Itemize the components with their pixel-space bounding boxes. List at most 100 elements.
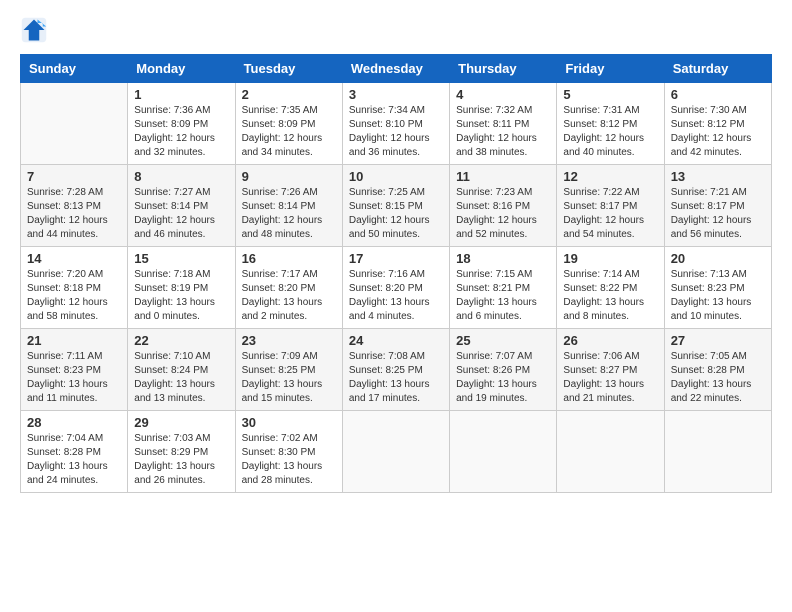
day-info: Sunrise: 7:31 AM Sunset: 8:12 PM Dayligh…	[563, 104, 657, 160]
calendar-table: SundayMondayTuesdayWednesdayThursdayFrid…	[20, 54, 772, 493]
calendar-cell: 13 Sunrise: 7:21 AM Sunset: 8:17 PM Dayli…	[664, 165, 771, 247]
day-info: Sunrise: 7:26 AM Sunset: 8:14 PM Dayligh…	[242, 186, 336, 242]
calendar-cell: 30 Sunrise: 7:02 AM Sunset: 8:30 PM Dayli…	[235, 411, 342, 493]
week-row-0: 1Sunrise: 7:36 AM Sunset: 8:09 PM Daylig…	[21, 83, 772, 165]
day-info: Sunrise: 7:34 AM Sunset: 8:10 PM Dayligh…	[349, 104, 443, 160]
calendar-cell: 4Sunrise: 7:32 AM Sunset: 8:11 PM Daylig…	[450, 83, 557, 165]
day-number: 2	[242, 87, 336, 102]
day-info: Sunrise: 7:27 AM Sunset: 8:14 PM Dayligh…	[134, 186, 228, 242]
calendar-cell: 25 Sunrise: 7:07 AM Sunset: 8:26 PM Dayli…	[450, 329, 557, 411]
day-info: Sunrise: 7:06 AM Sunset: 8:27 PM Dayligh…	[563, 350, 657, 406]
col-header-friday: Friday	[557, 55, 664, 83]
day-info: Sunrise: 7:07 AM Sunset: 8:26 PM Dayligh…	[456, 350, 550, 406]
day-number: 6	[671, 87, 765, 102]
calendar-cell	[557, 411, 664, 493]
day-number: 24	[349, 333, 443, 348]
day-info: Sunrise: 7:32 AM Sunset: 8:11 PM Dayligh…	[456, 104, 550, 160]
calendar-cell: 15Sunrise: 7:18 AM Sunset: 8:19 PM Dayli…	[128, 247, 235, 329]
calendar-cell: 23 Sunrise: 7:09 AM Sunset: 8:25 PM Dayli…	[235, 329, 342, 411]
header	[20, 16, 772, 44]
day-number: 19	[563, 251, 657, 266]
col-header-thursday: Thursday	[450, 55, 557, 83]
logo	[20, 16, 52, 44]
calendar-cell: 2 Sunrise: 7:35 AM Sunset: 8:09 PM Daylig…	[235, 83, 342, 165]
day-number: 25	[456, 333, 550, 348]
day-number: 30	[242, 415, 336, 430]
calendar-cell: 14 Sunrise: 7:20 AM Sunset: 8:18 PM Dayli…	[21, 247, 128, 329]
col-header-tuesday: Tuesday	[235, 55, 342, 83]
day-number: 21	[27, 333, 121, 348]
calendar-cell: 8 Sunrise: 7:27 AM Sunset: 8:14 PM Daylig…	[128, 165, 235, 247]
calendar-cell: 6 Sunrise: 7:30 AM Sunset: 8:12 PM Daylig…	[664, 83, 771, 165]
calendar-cell: 5 Sunrise: 7:31 AM Sunset: 8:12 PM Daylig…	[557, 83, 664, 165]
day-info: Sunrise: 7:17 AM Sunset: 8:20 PM Dayligh…	[242, 268, 336, 324]
day-number: 5	[563, 87, 657, 102]
day-info: Sunrise: 7:11 AM Sunset: 8:23 PM Dayligh…	[27, 350, 121, 406]
calendar-cell: 21 Sunrise: 7:11 AM Sunset: 8:23 PM Dayli…	[21, 329, 128, 411]
day-number: 23	[242, 333, 336, 348]
calendar-cell: 12 Sunrise: 7:22 AM Sunset: 8:17 PM Dayli…	[557, 165, 664, 247]
day-number: 3	[349, 87, 443, 102]
calendar-cell: 29 Sunrise: 7:03 AM Sunset: 8:29 PM Dayli…	[128, 411, 235, 493]
day-info: Sunrise: 7:13 AM Sunset: 8:23 PM Dayligh…	[671, 268, 765, 324]
calendar-cell	[342, 411, 449, 493]
day-info: Sunrise: 7:30 AM Sunset: 8:12 PM Dayligh…	[671, 104, 765, 160]
page: SundayMondayTuesdayWednesdayThursdayFrid…	[0, 0, 792, 509]
day-info: Sunrise: 7:21 AM Sunset: 8:17 PM Dayligh…	[671, 186, 765, 242]
calendar-cell	[664, 411, 771, 493]
calendar-cell: 24 Sunrise: 7:08 AM Sunset: 8:25 PM Dayli…	[342, 329, 449, 411]
calendar-cell: 10 Sunrise: 7:25 AM Sunset: 8:15 PM Dayli…	[342, 165, 449, 247]
calendar-cell: 11 Sunrise: 7:23 AM Sunset: 8:16 PM Dayli…	[450, 165, 557, 247]
day-number: 22	[134, 333, 228, 348]
day-info: Sunrise: 7:18 AM Sunset: 8:19 PM Dayligh…	[134, 268, 228, 324]
day-info: Sunrise: 7:05 AM Sunset: 8:28 PM Dayligh…	[671, 350, 765, 406]
day-number: 14	[27, 251, 121, 266]
week-row-2: 14 Sunrise: 7:20 AM Sunset: 8:18 PM Dayli…	[21, 247, 772, 329]
day-info: Sunrise: 7:16 AM Sunset: 8:20 PM Dayligh…	[349, 268, 443, 324]
calendar-cell: 9 Sunrise: 7:26 AM Sunset: 8:14 PM Daylig…	[235, 165, 342, 247]
col-header-saturday: Saturday	[664, 55, 771, 83]
day-number: 12	[563, 169, 657, 184]
day-number: 29	[134, 415, 228, 430]
day-number: 1	[134, 87, 228, 102]
header-row: SundayMondayTuesdayWednesdayThursdayFrid…	[21, 55, 772, 83]
day-info: Sunrise: 7:25 AM Sunset: 8:15 PM Dayligh…	[349, 186, 443, 242]
col-header-sunday: Sunday	[21, 55, 128, 83]
calendar-cell: 1Sunrise: 7:36 AM Sunset: 8:09 PM Daylig…	[128, 83, 235, 165]
day-number: 11	[456, 169, 550, 184]
day-number: 13	[671, 169, 765, 184]
day-info: Sunrise: 7:09 AM Sunset: 8:25 PM Dayligh…	[242, 350, 336, 406]
calendar-cell: 7 Sunrise: 7:28 AM Sunset: 8:13 PM Daylig…	[21, 165, 128, 247]
day-number: 28	[27, 415, 121, 430]
week-row-3: 21 Sunrise: 7:11 AM Sunset: 8:23 PM Dayli…	[21, 329, 772, 411]
calendar-cell: 28Sunrise: 7:04 AM Sunset: 8:28 PM Dayli…	[21, 411, 128, 493]
day-info: Sunrise: 7:28 AM Sunset: 8:13 PM Dayligh…	[27, 186, 121, 242]
day-number: 18	[456, 251, 550, 266]
day-info: Sunrise: 7:02 AM Sunset: 8:30 PM Dayligh…	[242, 432, 336, 488]
day-info: Sunrise: 7:03 AM Sunset: 8:29 PM Dayligh…	[134, 432, 228, 488]
day-number: 17	[349, 251, 443, 266]
calendar-cell: 27Sunrise: 7:05 AM Sunset: 8:28 PM Dayli…	[664, 329, 771, 411]
week-row-4: 28Sunrise: 7:04 AM Sunset: 8:28 PM Dayli…	[21, 411, 772, 493]
day-info: Sunrise: 7:14 AM Sunset: 8:22 PM Dayligh…	[563, 268, 657, 324]
day-number: 10	[349, 169, 443, 184]
calendar-cell: 17 Sunrise: 7:16 AM Sunset: 8:20 PM Dayli…	[342, 247, 449, 329]
day-info: Sunrise: 7:20 AM Sunset: 8:18 PM Dayligh…	[27, 268, 121, 324]
calendar-cell: 20 Sunrise: 7:13 AM Sunset: 8:23 PM Dayli…	[664, 247, 771, 329]
day-number: 20	[671, 251, 765, 266]
calendar-cell: 22 Sunrise: 7:10 AM Sunset: 8:24 PM Dayli…	[128, 329, 235, 411]
week-row-1: 7 Sunrise: 7:28 AM Sunset: 8:13 PM Daylig…	[21, 165, 772, 247]
day-info: Sunrise: 7:22 AM Sunset: 8:17 PM Dayligh…	[563, 186, 657, 242]
day-number: 9	[242, 169, 336, 184]
day-info: Sunrise: 7:10 AM Sunset: 8:24 PM Dayligh…	[134, 350, 228, 406]
day-info: Sunrise: 7:23 AM Sunset: 8:16 PM Dayligh…	[456, 186, 550, 242]
day-number: 7	[27, 169, 121, 184]
day-number: 8	[134, 169, 228, 184]
logo-icon	[20, 16, 48, 44]
day-number: 26	[563, 333, 657, 348]
calendar-cell: 16Sunrise: 7:17 AM Sunset: 8:20 PM Dayli…	[235, 247, 342, 329]
day-info: Sunrise: 7:35 AM Sunset: 8:09 PM Dayligh…	[242, 104, 336, 160]
day-info: Sunrise: 7:08 AM Sunset: 8:25 PM Dayligh…	[349, 350, 443, 406]
day-info: Sunrise: 7:15 AM Sunset: 8:21 PM Dayligh…	[456, 268, 550, 324]
calendar-cell: 18 Sunrise: 7:15 AM Sunset: 8:21 PM Dayli…	[450, 247, 557, 329]
